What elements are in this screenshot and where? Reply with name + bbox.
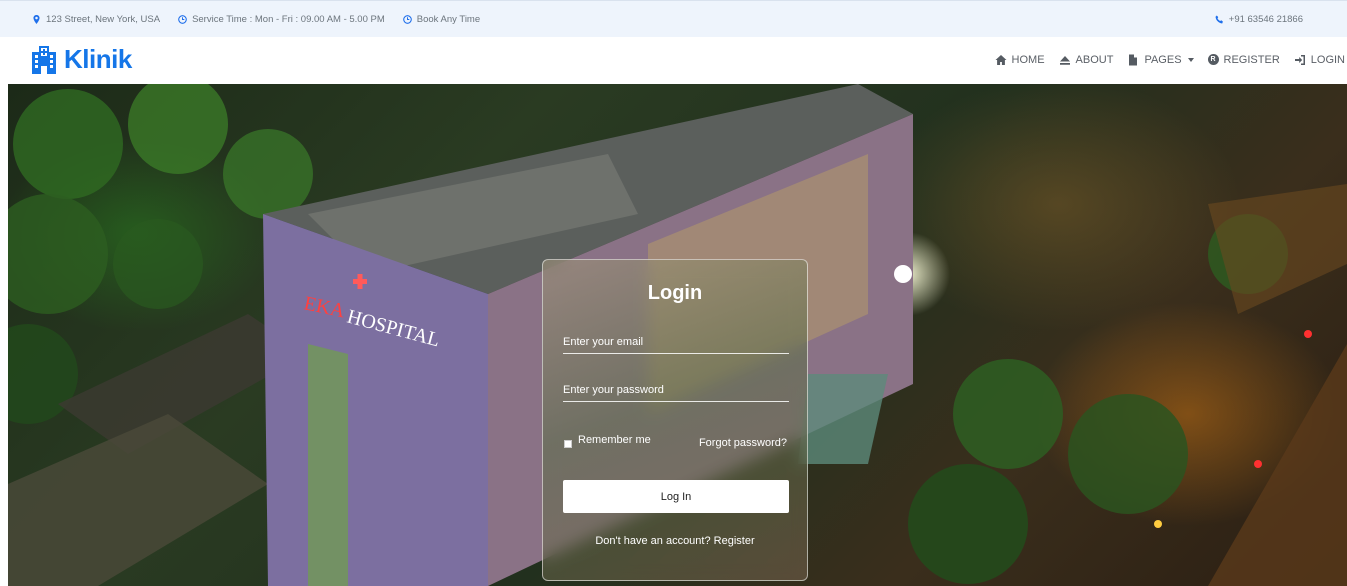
clock-icon xyxy=(402,14,412,24)
home-icon xyxy=(995,54,1007,65)
chevron-down-icon xyxy=(1187,57,1194,62)
top-info-bar: 123 Street, New York, USA Service Time :… xyxy=(0,0,1347,37)
nav-register-label: REGISTER xyxy=(1223,53,1280,66)
register-prompt: Don't have an account? Register xyxy=(543,535,807,547)
clock-icon xyxy=(178,14,187,24)
nav-home-label: HOME xyxy=(1011,53,1045,66)
address-item: 123 Street, New York, USA xyxy=(32,14,160,25)
nav-home[interactable]: HOME xyxy=(995,54,1045,66)
login-card: Login Remember me Forgot password? Log I… xyxy=(542,259,808,581)
nav-about[interactable]: ABOUT xyxy=(1059,53,1114,66)
address-text: 123 Street, New York, USA xyxy=(46,13,161,25)
brand-logo[interactable]: Klinik xyxy=(32,44,132,75)
service-time-item: Service Time : Mon - Fri : 09.00 AM - 5.… xyxy=(178,14,385,25)
registered-icon: R xyxy=(1207,54,1219,65)
sign-in-icon xyxy=(1294,54,1305,65)
phone-text: +91 63546 21866 xyxy=(1228,13,1303,25)
nav-about-label: ABOUT xyxy=(1075,53,1114,66)
hospital-building-icon xyxy=(32,45,56,74)
nav-pages-label: PAGES xyxy=(1144,53,1182,66)
remember-me-label[interactable]: Remember me xyxy=(578,434,651,446)
nav-login-label: LOGIN xyxy=(1310,53,1345,66)
login-title: Login xyxy=(647,282,703,304)
register-link[interactable]: Register xyxy=(714,535,755,547)
forgot-password-link[interactable]: Forgot password? xyxy=(699,437,787,449)
topbar-right: +91 63546 21866 xyxy=(1215,14,1303,25)
password-input[interactable] xyxy=(563,378,789,401)
nav-menu: HOME ABOUT PAGES R REGISTER LOGIN xyxy=(995,54,1347,66)
remember-me-row: Remember me xyxy=(564,432,651,448)
map-marker-icon xyxy=(33,14,40,24)
phone-icon xyxy=(1215,15,1223,23)
book-text: Book Any Time xyxy=(416,13,481,25)
register-prompt-text: Don't have an account? xyxy=(595,535,711,547)
nav-pages[interactable]: PAGES xyxy=(1127,53,1194,66)
login-button[interactable]: Log In xyxy=(563,480,789,513)
email-input[interactable] xyxy=(563,330,789,353)
brand-name: Klinik xyxy=(64,44,132,74)
main-navbar: Klinik HOME ABOUT PAGES R REGISTER LOGIN xyxy=(0,37,1347,82)
book-item: Book Any Time xyxy=(402,13,481,25)
email-field-wrapper xyxy=(563,330,789,354)
service-time-text: Service Time : Mon - Fri : 09.00 AM - 5.… xyxy=(192,13,385,25)
nav-register[interactable]: R REGISTER xyxy=(1207,53,1280,66)
remember-me-checkbox[interactable] xyxy=(564,440,572,448)
eject-icon xyxy=(1059,55,1070,65)
password-field-wrapper xyxy=(563,378,789,402)
phone-item[interactable]: +91 63546 21866 xyxy=(1215,14,1303,25)
file-icon xyxy=(1129,54,1138,65)
topbar-left: 123 Street, New York, USA Service Time :… xyxy=(32,14,480,25)
nav-login[interactable]: LOGIN xyxy=(1294,54,1345,66)
